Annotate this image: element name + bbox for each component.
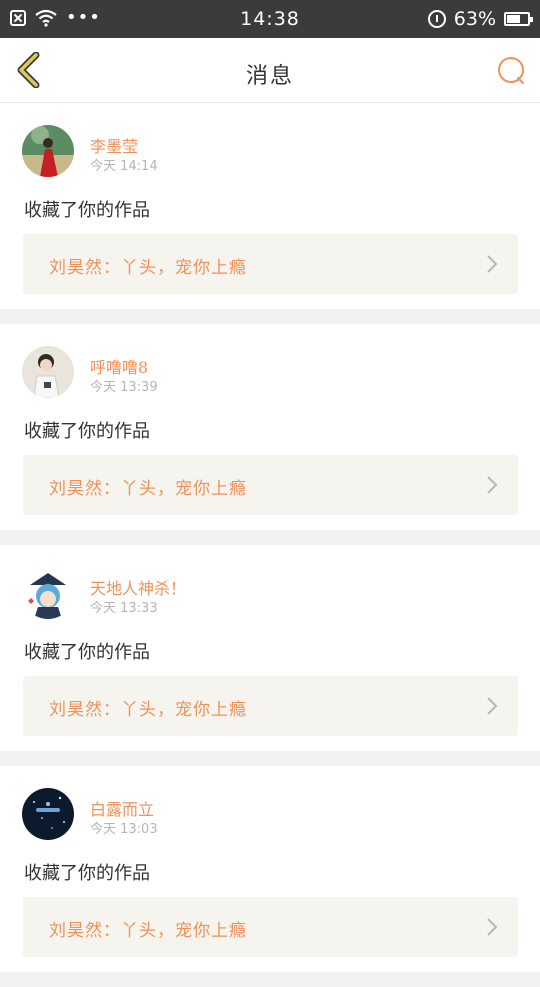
avatar[interactable]	[22, 125, 74, 177]
alarm-icon	[427, 10, 446, 28]
username[interactable]: 天地人神杀！	[90, 575, 186, 599]
work-link[interactable]: 刘昊然：丫头，宠你上瘾	[23, 676, 518, 736]
work-title: 刘昊然：丫头，宠你上瘾	[49, 921, 247, 941]
avatar[interactable]	[22, 346, 74, 398]
work-title: 刘昊然：丫头，宠你上瘾	[49, 700, 247, 720]
chevron-right-icon	[487, 476, 498, 494]
message-list: 李墨莹 今天 14:14 收藏了你的作品 刘昊然：丫头，宠你上瘾 呼噜噜8 今天…	[0, 103, 540, 987]
status-right-icons: 63%	[427, 8, 533, 30]
work-link[interactable]: 刘昊然：丫头，宠你上瘾	[23, 897, 518, 957]
message-time: 今天 14:14	[90, 159, 158, 174]
avatar[interactable]	[22, 788, 74, 840]
action-text: 收藏了你的作品	[24, 200, 150, 221]
chevron-right-icon	[487, 918, 498, 936]
username[interactable]: 呼噜噜8	[90, 354, 148, 378]
message-card: 李墨莹 今天 14:14 收藏了你的作品 刘昊然：丫头，宠你上瘾	[0, 103, 540, 309]
work-link[interactable]: 刘昊然：丫头，宠你上瘾	[23, 234, 518, 294]
chevron-right-icon	[487, 697, 498, 715]
message-card: 呼噜噜8 今天 13:39 收藏了你的作品 刘昊然：丫头，宠你上瘾	[0, 324, 540, 530]
message-time: 今天 13:03	[90, 822, 158, 837]
battery-level	[507, 15, 520, 23]
username[interactable]: 李墨莹	[90, 133, 138, 157]
action-text: 收藏了你的作品	[24, 863, 150, 884]
message-time: 今天 13:33	[90, 601, 158, 616]
work-link[interactable]: 刘昊然：丫头，宠你上瘾	[23, 455, 518, 515]
action-text: 收藏了你的作品	[24, 421, 150, 442]
page-title: 消息	[245, 64, 294, 89]
username[interactable]: 白露而立	[90, 796, 154, 820]
chevron-right-icon	[487, 255, 498, 273]
battery-percent: 63%	[453, 8, 496, 30]
chevron-left-icon[interactable]	[14, 52, 44, 88]
battery-icon	[504, 12, 533, 26]
message-card: 白露而立 今天 13:03 收藏了你的作品 刘昊然：丫头，宠你上瘾	[0, 766, 540, 972]
action-text: 收藏了你的作品	[24, 642, 150, 663]
message-card: 天地人神杀！ 今天 13:33 收藏了你的作品 刘昊然：丫头，宠你上瘾	[0, 545, 540, 751]
avatar[interactable]	[22, 567, 74, 619]
search-icon[interactable]	[496, 56, 526, 86]
work-title: 刘昊然：丫头，宠你上瘾	[49, 479, 247, 499]
message-time: 今天 13:39	[90, 380, 158, 395]
status-bar: ••• 14:38 63%	[0, 0, 540, 38]
work-title: 刘昊然：丫头，宠你上瘾	[49, 258, 247, 278]
nav-bar: 消息	[0, 38, 540, 103]
